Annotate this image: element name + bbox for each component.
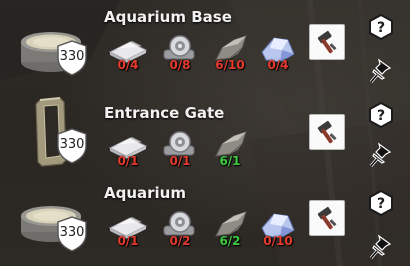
resource-slot[interactable]: 0/4 [256, 32, 300, 74]
resource-slot[interactable]: 0/2 [158, 208, 202, 250]
pin-icon[interactable] [370, 142, 392, 168]
svg-text:?: ? [377, 196, 385, 212]
resource-count: 0/4 [117, 58, 139, 72]
recipe-name: Aquarium [104, 184, 186, 202]
question-icon[interactable]: ? [368, 190, 394, 216]
hammer-icon [317, 30, 337, 54]
pin-icon[interactable] [370, 58, 392, 84]
craft-button[interactable] [309, 24, 345, 60]
level-badge: 330 [56, 128, 88, 164]
recipe-row[interactable]: 330 Aquarium 0/1 0/2 6/2 0/10 ? [0, 176, 410, 262]
level-number: 330 [59, 137, 85, 152]
question-icon[interactable]: ? [368, 14, 394, 40]
level-badge: 330 [56, 40, 88, 76]
crafting-panel: 330 Aquarium Base 0/4 0/8 6/10 0/4 ? 330… [0, 0, 410, 266]
resource-slot[interactable]: 6/10 [208, 32, 252, 74]
recipe-name: Entrance Gate [104, 104, 225, 122]
resource-slot[interactable]: 6/2 [208, 208, 252, 250]
resource-count: 0/8 [169, 58, 191, 72]
resource-count: 0/2 [169, 234, 191, 248]
recipe-row[interactable]: 330 Aquarium Base 0/4 0/8 6/10 0/4 ? [0, 0, 410, 86]
recipe-row[interactable]: 330 Entrance Gate 0/1 0/1 6/1 ? [0, 88, 410, 174]
recipe-name: Aquarium Base [104, 8, 232, 26]
resource-count: 6/1 [219, 154, 241, 168]
resource-slot[interactable]: 0/1 [106, 128, 150, 170]
level-number: 330 [59, 225, 85, 240]
resource-slot[interactable]: 0/8 [158, 32, 202, 74]
resource-count: 0/1 [117, 234, 139, 248]
pin-icon[interactable] [370, 234, 392, 260]
svg-text:?: ? [377, 20, 385, 36]
resource-count: 6/2 [219, 234, 241, 248]
resource-slot[interactable]: 0/1 [158, 128, 202, 170]
svg-text:?: ? [377, 108, 385, 124]
level-badge: 330 [56, 216, 88, 252]
resource-count: 0/4 [267, 58, 289, 72]
resource-slot[interactable]: 6/1 [208, 128, 252, 170]
resource-count: 0/1 [169, 154, 191, 168]
resource-slot[interactable]: 0/4 [106, 32, 150, 74]
resource-count: 6/10 [215, 58, 245, 72]
resource-count: 0/1 [117, 154, 139, 168]
hammer-icon [317, 120, 337, 144]
level-number: 330 [59, 49, 85, 64]
resource-slot[interactable]: 0/10 [256, 208, 300, 250]
resource-slot[interactable]: 0/1 [106, 208, 150, 250]
resource-count: 0/10 [263, 234, 293, 248]
craft-button[interactable] [309, 200, 345, 236]
question-icon[interactable]: ? [368, 102, 394, 128]
hammer-icon [317, 206, 337, 230]
craft-button[interactable] [309, 114, 345, 150]
